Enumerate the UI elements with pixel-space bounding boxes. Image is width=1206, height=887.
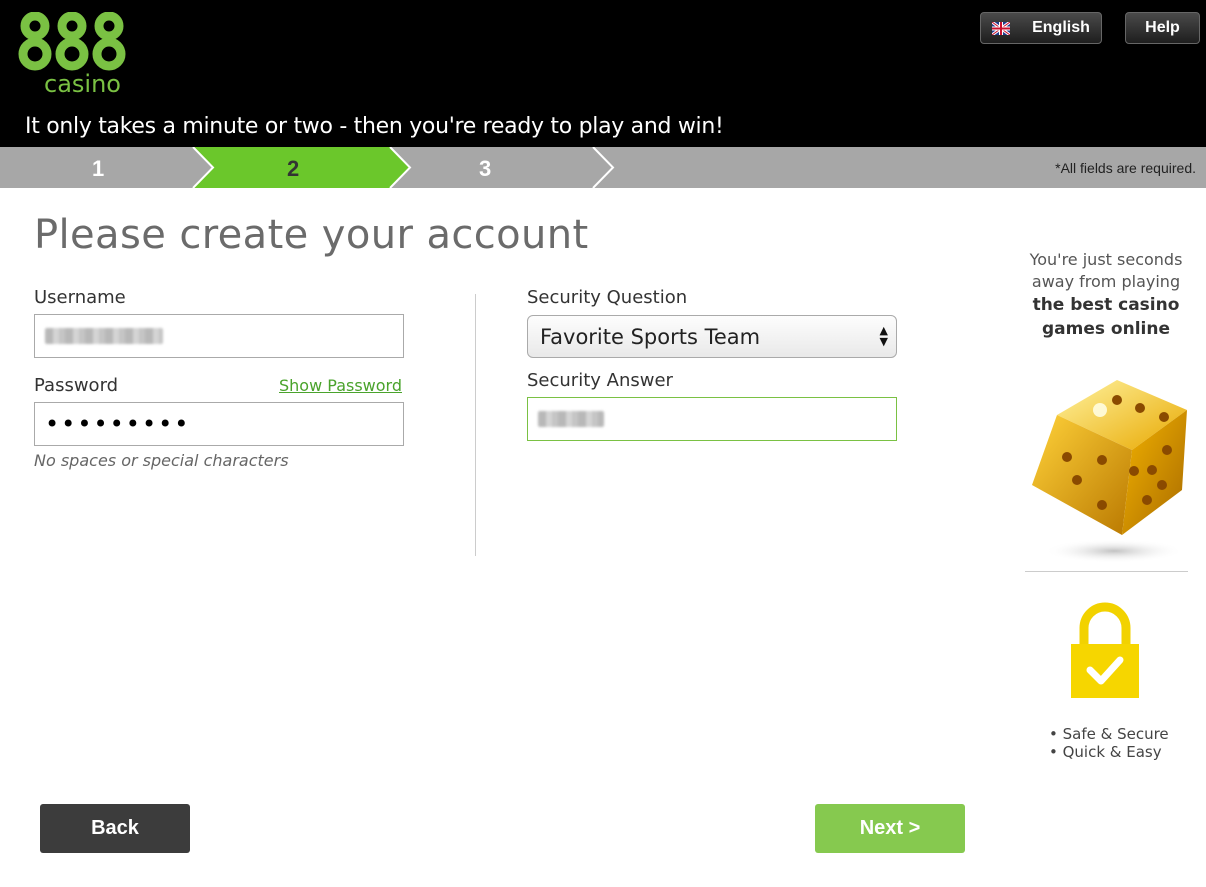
help-button[interactable]: Help <box>1125 12 1200 44</box>
column-divider <box>475 294 476 556</box>
promo-bold: the best casino games online <box>1032 295 1180 339</box>
promo-line: You're just seconds away from playing <box>1029 250 1183 291</box>
language-label: English <box>1032 19 1090 36</box>
required-fields-note: *All fields are required. <box>1055 160 1196 176</box>
security-answer-input[interactable] <box>527 397 897 441</box>
feature-item: • Quick & Easy <box>1049 743 1162 761</box>
sidebar-divider <box>1025 571 1188 572</box>
security-question-value: Favorite Sports Team <box>540 324 761 349</box>
uk-flag-icon <box>992 21 1011 35</box>
step-1: 1 <box>92 156 105 181</box>
security-answer-value-redacted <box>538 411 604 427</box>
features-list: • Safe & Secure • Quick & Easy <box>1049 725 1169 761</box>
security-question-select[interactable]: Favorite Sports Team ▲ ▼ <box>527 315 897 358</box>
username-value-redacted <box>45 328 163 344</box>
security-answer-label: Security Answer <box>527 370 673 391</box>
step-3: 3 <box>479 156 492 181</box>
header: casino It only takes a minute or two - t… <box>0 0 1206 147</box>
language-button[interactable]: English <box>980 12 1102 44</box>
logo-888-graphic <box>18 12 126 71</box>
password-hint: No spaces or special characters <box>34 451 289 470</box>
password-value: ••••••••• <box>45 410 191 438</box>
select-arrows-icon: ▲ ▼ <box>879 324 888 348</box>
progress-steps: 1 2 3 *All fields are required. <box>0 147 1206 188</box>
show-password-link[interactable]: Show Password <box>279 376 402 395</box>
password-label: Password <box>34 375 119 396</box>
security-question-label: Security Question <box>527 287 688 308</box>
password-input[interactable]: ••••••••• <box>34 402 404 446</box>
logo-text: casino <box>44 70 121 98</box>
step-2-active: 2 <box>287 156 300 181</box>
padlock-icon <box>1071 602 1139 698</box>
username-input[interactable] <box>34 314 404 358</box>
next-button[interactable]: Next > <box>815 804 965 853</box>
promo-text: You're just seconds away from playing th… <box>1013 249 1199 341</box>
gold-dice-image <box>1032 380 1187 563</box>
username-label: Username <box>34 287 126 308</box>
casino-logo[interactable]: casino <box>18 12 130 98</box>
page-title: Please create your account <box>34 212 589 258</box>
tagline: It only takes a minute or two - then you… <box>25 114 724 139</box>
back-button[interactable]: Back <box>40 804 190 853</box>
feature-item: • Safe & Secure <box>1049 725 1169 743</box>
